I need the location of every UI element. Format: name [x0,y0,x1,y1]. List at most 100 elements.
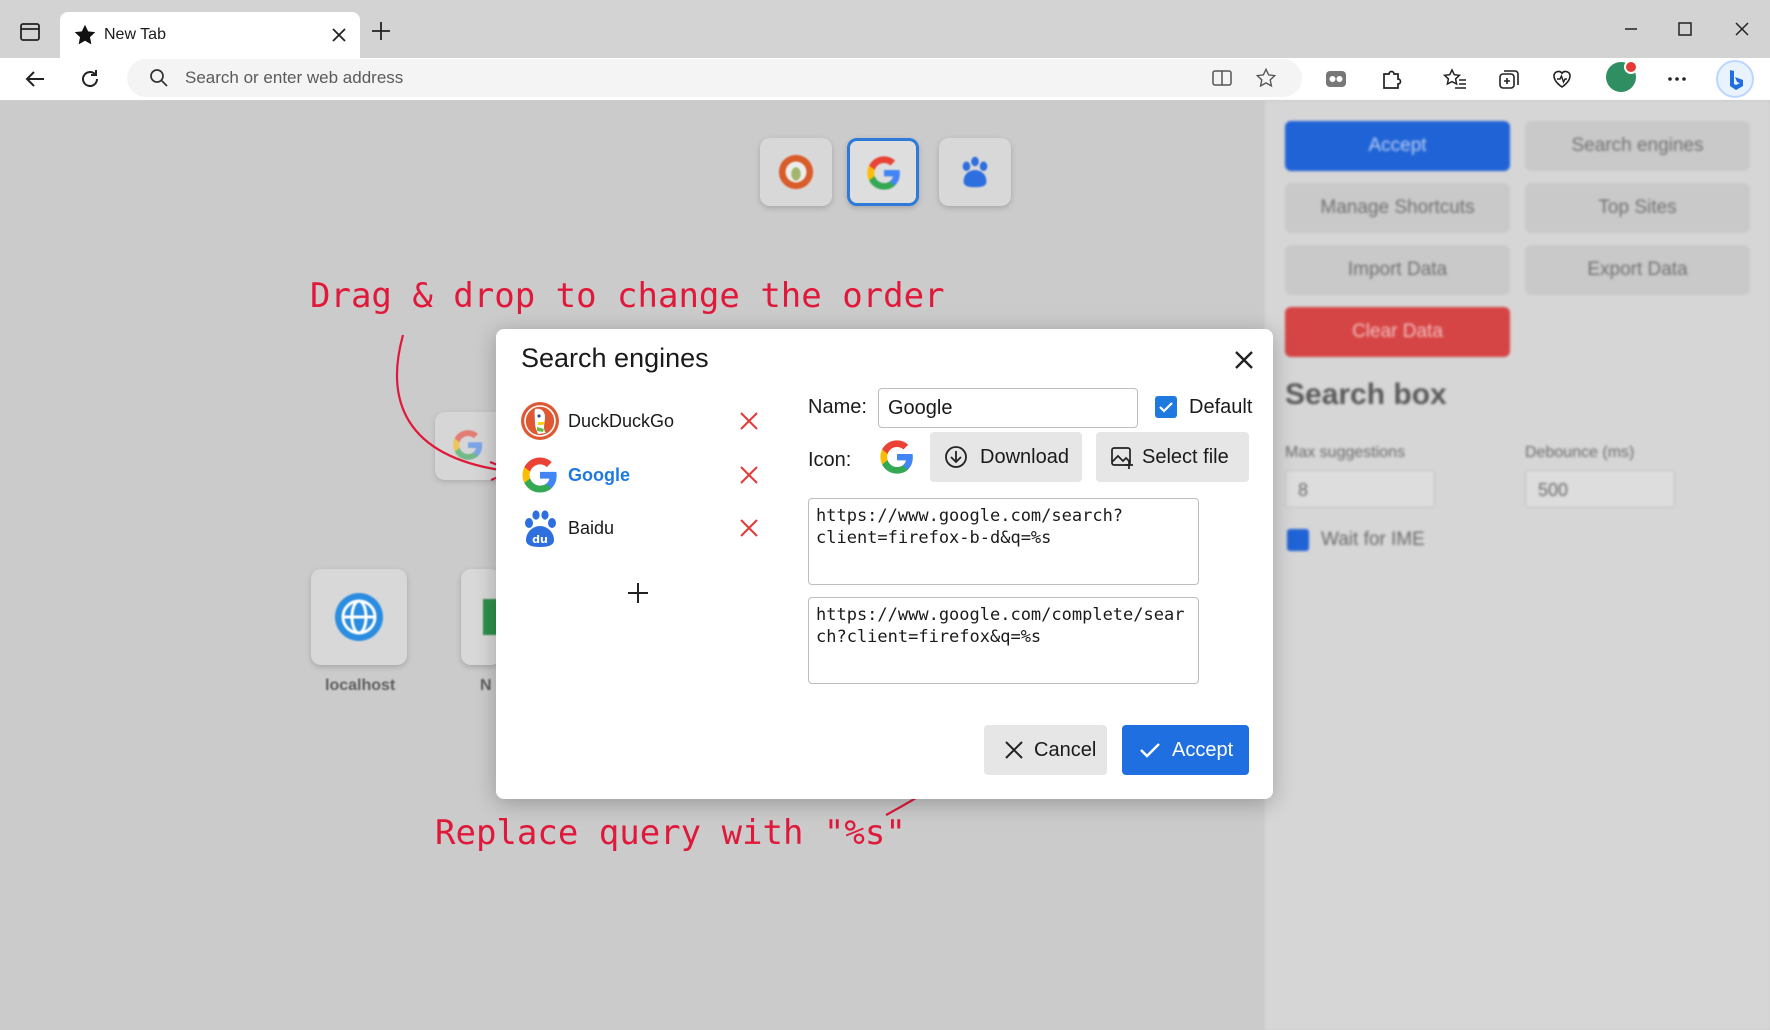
engine-item-google[interactable]: Google [520,453,776,497]
panel-import-data-button[interactable]: Import Data [1285,245,1510,295]
panel-search-box-heading: Search box [1285,378,1447,411]
duckduckgo-icon [521,402,559,440]
name-input[interactable] [878,388,1138,428]
search-icon [150,69,168,87]
panel-max-suggestions-input[interactable]: 8 [1285,470,1435,508]
favorites-icon[interactable] [1442,66,1468,92]
panel-export-data-label: Export Data [1587,259,1688,280]
shortcut-tile-n[interactable] [461,569,501,665]
engine-item-baidu[interactable]: du Baidu [520,506,776,550]
new-tab-plus-icon[interactable] [368,18,394,44]
star-icon [74,24,96,45]
panel-manage-shortcuts-button[interactable]: Manage Shortcuts [1285,183,1510,233]
top-engine-duckduckgo[interactable] [760,138,832,206]
panel-manage-shortcuts-label: Manage Shortcuts [1320,197,1475,218]
top-engine-baidu[interactable] [939,138,1011,206]
panel-wait-for-ime-label: Wait for IME [1321,529,1425,550]
engine-name: Baidu [568,518,615,538]
name-label: Name: [808,396,867,418]
title-bar: New Tab [0,0,1770,58]
delete-x-icon[interactable] [738,464,760,486]
select-file-button[interactable]: Select file [1096,432,1249,482]
dialog-close-icon[interactable] [1230,346,1258,374]
accept-button[interactable]: Accept [1122,725,1249,775]
globe-icon [335,593,383,641]
maximize-icon[interactable] [1672,16,1698,42]
panel-debounce-input[interactable]: 500 [1525,470,1675,508]
replace-hint-annotation: Replace query with "%s" [435,813,906,853]
shortcut-label-n: N [480,677,492,694]
baidu-icon [962,156,988,188]
checkmark-icon [1159,402,1173,413]
top-engine-google[interactable] [847,138,919,206]
notification-dot [1624,60,1638,74]
address-placeholder: Search or enter web address [185,68,404,87]
suggest-url-textarea[interactable]: https://www.google.com/complete/search?c… [808,597,1199,684]
favorite-star-icon[interactable] [1255,67,1277,89]
select-file-label: Select file [1142,446,1229,468]
navigation-bar: Search or enter web address [0,58,1770,101]
dialog-title: Search engines [521,343,709,373]
close-icon[interactable] [330,26,348,44]
panel-top-sites-button[interactable]: Top Sites [1525,183,1750,233]
cancel-x-icon [1005,741,1023,759]
search-engines-dialog: Search engines DuckDuckGo Google du Baid… [496,329,1273,799]
engine-item-duckduckgo[interactable]: DuckDuckGo [520,399,776,443]
tab-new-tab[interactable]: New Tab [60,12,360,58]
profile-avatar[interactable] [1606,60,1638,92]
google-icon [867,156,900,190]
cancel-button[interactable]: Cancel [984,725,1107,775]
default-label: Default [1189,396,1253,418]
svg-text:du: du [532,533,548,546]
search-url-textarea[interactable]: https://www.google.com/search?client=fir… [808,498,1199,585]
panel-search-engines-label: Search engines [1571,135,1704,156]
minimize-icon[interactable] [1618,16,1644,42]
duckduckgo-icon [778,154,814,190]
extension-badge-icon[interactable] [1323,66,1349,92]
panel-top-sites-label: Top Sites [1598,197,1677,218]
panel-debounce-label: Debounce (ms) [1525,444,1635,461]
collections-icon[interactable] [1496,66,1522,92]
bing-icon [1730,70,1743,90]
address-bar[interactable]: Search or enter web address [127,59,1302,97]
accept-label: Accept [1172,739,1234,761]
delete-x-icon[interactable] [738,517,760,539]
settings-side-panel: Accept Search engines Manage Shortcuts T… [1265,101,1770,1030]
default-checkbox[interactable] [1155,396,1177,418]
panel-clear-data-button[interactable]: Clear Data [1285,307,1510,357]
panel-search-engines-button[interactable]: Search engines [1525,121,1750,171]
shortcut-label-localhost: localhost [325,677,396,694]
back-arrow-icon[interactable] [22,66,48,92]
panel-export-data-button[interactable]: Export Data [1525,245,1750,295]
reading-view-icon[interactable] [1211,67,1233,89]
refresh-icon[interactable] [77,66,103,92]
download-label: Download [980,446,1069,468]
window-close-icon[interactable] [1729,16,1755,42]
engine-name-selected: Google [568,465,630,485]
panel-max-suggestions-label: Max suggestions [1285,444,1406,461]
add-engine-plus-icon[interactable] [626,581,650,605]
image-add-icon [1111,447,1133,469]
panel-accept-button[interactable]: Accept [1285,121,1510,171]
panel-wait-for-ime-checkbox[interactable] [1287,529,1309,551]
baidu-icon: du [525,510,556,547]
tab-title: New Tab [104,26,166,43]
drag-hint-annotation: Drag & drop to change the order [310,276,945,316]
delete-x-icon[interactable] [738,410,760,432]
shortcut-tile-localhost[interactable] [311,569,407,665]
checkmark-icon [1140,743,1160,758]
more-options-icon[interactable] [1664,66,1690,92]
google-icon [880,440,913,474]
browser-essentials-icon[interactable] [1549,66,1575,92]
engine-name: DuckDuckGo [568,411,675,431]
panel-import-data-label: Import Data [1347,259,1448,280]
google-icon [453,430,483,460]
bing-copilot-button[interactable] [1716,60,1754,98]
extensions-puzzle-icon[interactable] [1378,66,1404,92]
icon-label: Icon: [808,449,852,471]
sidebar-toggle-icon[interactable] [18,20,42,44]
download-button[interactable]: Download [930,432,1082,482]
google-icon [522,457,557,493]
cancel-label: Cancel [1034,739,1097,761]
panel-accept-label: Accept [1368,135,1427,156]
